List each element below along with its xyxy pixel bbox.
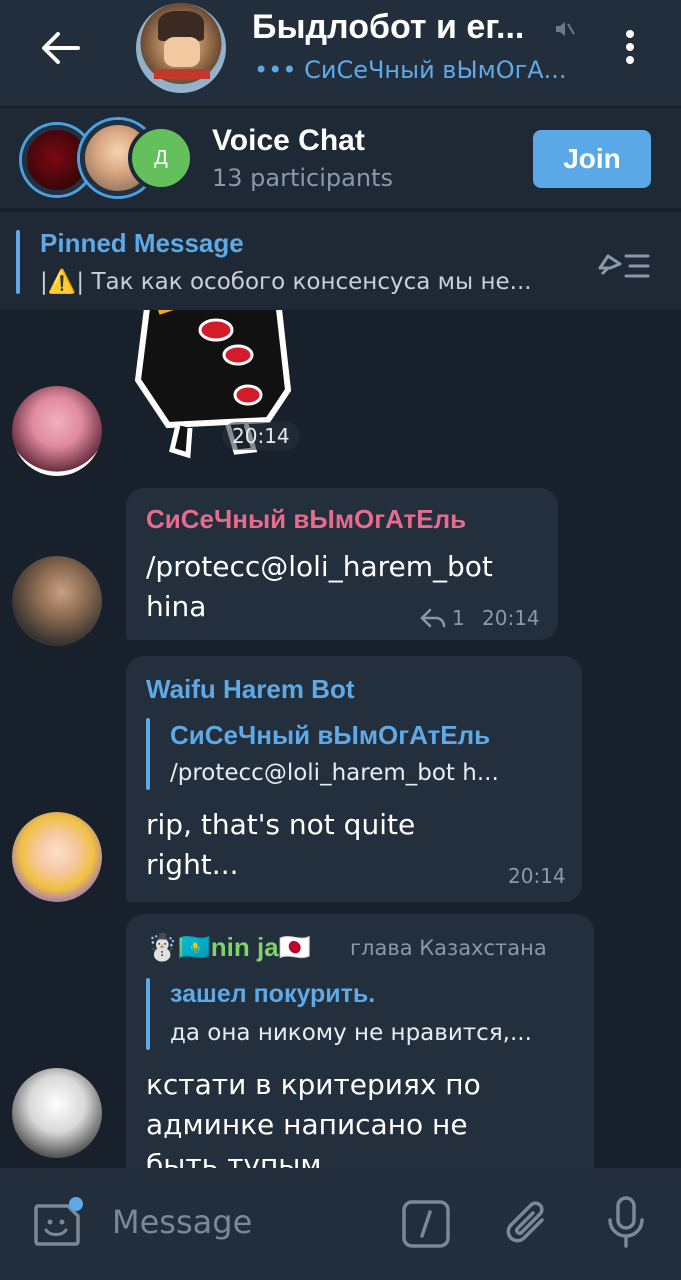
paperclip-icon[interactable] (504, 1198, 552, 1250)
reply-arrow-icon (420, 608, 446, 628)
speaker-muted-icon (556, 22, 575, 36)
more-vertical-icon[interactable] (612, 24, 648, 70)
voice-chat-participants: 13 participants (212, 164, 393, 192)
avatar[interactable] (12, 386, 102, 476)
typing-status: ••• СиСеЧный вЫмОгА... (254, 56, 567, 84)
pinned-message-bar[interactable]: Pinned Message |⚠️| Так как особого конс… (0, 210, 681, 310)
voice-chat-title: Voice Chat (212, 124, 365, 157)
message-composer (0, 1168, 681, 1280)
message-input[interactable] (112, 1198, 382, 1246)
message-bubble[interactable]: СиСеЧный вЫмОгАтЕль /protecc@loli_harem_… (126, 488, 558, 640)
reply-to-text[interactable]: да она никому не нравится,... (170, 1020, 532, 1046)
message-text-line: быть тупым (146, 1148, 322, 1168)
message-sender[interactable]: Waifu Harem Bot (146, 674, 355, 705)
message-sender[interactable]: СиСеЧный вЫмОгАтЕль (146, 504, 466, 535)
unpin-list-icon[interactable] (594, 244, 654, 284)
message-text-line: right... (146, 848, 239, 881)
message-list[interactable]: 20:14 СиСеЧный вЫмОгАтЕль /protecc@loli_… (0, 310, 681, 1168)
sender-title: глава Казахстана (350, 936, 547, 960)
reply-to-name[interactable]: СиСеЧный вЫмОгАтЕль (170, 720, 490, 751)
chat-title[interactable]: Быдлобот и ег... (252, 8, 524, 47)
bot-command-icon[interactable] (400, 1198, 452, 1250)
reply-to-text[interactable]: /protecc@loli_harem_bot h... (170, 760, 499, 786)
message-text-line: rip, that's not quite (146, 808, 416, 841)
pinned-text: |⚠️| Так как особого консенсуса мы не... (40, 269, 532, 295)
message-time: 20:14 (222, 422, 300, 450)
message-sender[interactable]: ☃️🇰🇿nin ja🇯🇵 (146, 932, 311, 963)
back-button[interactable] (36, 26, 84, 70)
avatar[interactable] (12, 1068, 102, 1158)
voice-chat-bar[interactable]: Д Voice Chat 13 participants Join (0, 108, 681, 208)
message-time: 20:14 (508, 864, 566, 888)
message-text-line: кстати в критериях по (146, 1068, 481, 1101)
microphone-icon[interactable] (604, 1194, 648, 1250)
pinned-title: Pinned Message (40, 228, 244, 258)
reply-quote-bar (146, 978, 150, 1050)
chat-header: Быдлобот и ег... ••• СиСеЧный вЫмОгА... (0, 0, 681, 106)
reply-to-name[interactable]: зашел покурить. (170, 980, 375, 1009)
chat-avatar[interactable] (136, 3, 226, 93)
arrow-left-icon (42, 32, 80, 64)
join-button[interactable]: Join (533, 130, 651, 188)
avatar[interactable] (12, 812, 102, 902)
message-text-line: админке написано не (146, 1108, 468, 1141)
reply-quote-bar (146, 718, 150, 790)
pinned-indicator (16, 230, 20, 294)
message-bubble[interactable]: ☃️🇰🇿nin ja🇯🇵 глава Казахстана зашел поку… (126, 914, 594, 1168)
message-time: 20:14 (482, 606, 540, 630)
sticker-emoji-icon[interactable] (30, 1196, 86, 1252)
avatar[interactable] (12, 556, 102, 646)
reply-count[interactable]: 1 (452, 606, 465, 630)
message-text-line: hina (146, 590, 207, 623)
participant-avatar: Д (128, 125, 194, 191)
message-bubble[interactable]: Waifu Harem Bot СиСеЧный вЫмОгАтЕль /pro… (126, 656, 582, 902)
message-text-line: /protecc@loli_harem_bot (146, 550, 493, 583)
